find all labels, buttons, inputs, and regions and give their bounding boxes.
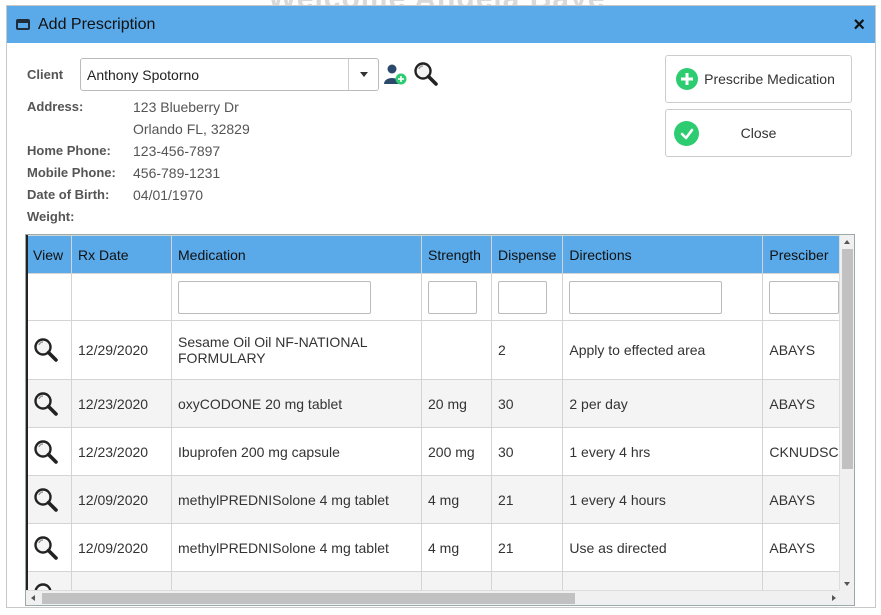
- scroll-down-icon[interactable]: [844, 582, 850, 586]
- dialog-titlebar: Add Prescription ×: [7, 6, 875, 43]
- close-icon[interactable]: ×: [853, 15, 865, 35]
- vertical-scroll-thumb[interactable]: [842, 249, 853, 469]
- cell-rx-date: 12/09/2020: [71, 523, 172, 572]
- filter-dispense[interactable]: [498, 280, 547, 314]
- home-phone-value: 123-456-7897: [133, 143, 221, 159]
- filter-row: [26, 273, 847, 321]
- client-dropdown-toggle[interactable]: [348, 59, 378, 90]
- cell-prescriber: ABAYS: [762, 523, 847, 572]
- cell-directions: Use as directed: [562, 523, 764, 572]
- cell-prescriber: ABAYS: [762, 475, 847, 524]
- scrollbar-corner: [839, 590, 854, 605]
- grid-left-border: [26, 235, 28, 605]
- prescription-table: View Rx Date Medication Strength Dispens…: [26, 235, 847, 605]
- view-magnifier-icon[interactable]: [33, 391, 59, 417]
- view-magnifier-icon[interactable]: [33, 337, 59, 363]
- check-circle-icon: [674, 121, 699, 146]
- col-prescriber[interactable]: Presciber: [762, 235, 847, 274]
- scroll-up-icon[interactable]: [844, 240, 850, 244]
- search-icon[interactable]: [413, 61, 439, 87]
- cell-strength: 200 mg: [421, 427, 492, 476]
- scroll-left-icon[interactable]: [31, 595, 35, 601]
- filter-directions[interactable]: [569, 280, 723, 314]
- filter-strength[interactable]: [428, 280, 477, 314]
- cell-prescriber: ABAYS: [762, 379, 847, 428]
- cell-directions: 2 per day: [562, 379, 764, 428]
- col-directions[interactable]: Directions: [562, 235, 764, 274]
- cell-dispense: 21: [490, 475, 564, 524]
- address-line2: Orlando FL, 32829: [133, 121, 250, 137]
- close-button[interactable]: Close: [665, 109, 852, 157]
- cell-medication: methylPREDNISolone 4 mg tablet: [171, 523, 422, 572]
- cell-directions: 1 every 4 hours: [562, 475, 764, 524]
- add-user-icon[interactable]: [383, 62, 407, 86]
- weight-label: Weight:: [27, 209, 75, 224]
- cell-strength: 4 mg: [421, 523, 492, 572]
- filter-prescriber[interactable]: [769, 280, 840, 314]
- cell-medication: oxyCODONE 20 mg tablet: [171, 379, 422, 428]
- address-line1: 123 Blueberry Dr: [133, 99, 239, 115]
- table-row[interactable]: 12/09/2020 methylPREDNISolone 4 mg table…: [26, 475, 847, 524]
- prescribe-medication-button[interactable]: Prescribe Medication: [665, 55, 852, 103]
- col-medication[interactable]: Medication: [171, 235, 422, 274]
- vertical-scrollbar[interactable]: [839, 235, 854, 591]
- cell-dispense: 21: [490, 523, 564, 572]
- horizontal-scrollbar[interactable]: [26, 590, 841, 605]
- cell-dispense: 30: [490, 379, 564, 428]
- cell-medication: Ibuprofen 200 mg capsule: [171, 427, 422, 476]
- cell-dispense: 2: [490, 320, 564, 380]
- cell-directions: 1 every 4 hrs: [562, 427, 764, 476]
- dob-value: 04/01/1970: [133, 187, 204, 203]
- cell-rx-date: 12/23/2020: [71, 427, 172, 476]
- filter-medication[interactable]: [178, 280, 371, 314]
- table-row[interactable]: 12/29/2020 Sesame Oil Oil NF-NATIONAL FO…: [26, 320, 847, 380]
- cell-rx-date: 12/29/2020: [71, 320, 172, 380]
- horizontal-scroll-thumb[interactable]: [42, 593, 575, 604]
- cell-directions: Apply to effected area: [562, 320, 764, 380]
- prescription-grid: View Rx Date Medication Strength Dispens…: [25, 234, 855, 606]
- mobile-phone-label: Mobile Phone:: [27, 165, 116, 180]
- cell-strength: 4 mg: [421, 475, 492, 524]
- home-phone-label: Home Phone:: [27, 143, 111, 158]
- window-icon: [16, 19, 30, 30]
- cell-rx-date: 12/09/2020: [71, 475, 172, 524]
- cell-rx-date: 12/23/2020: [71, 379, 172, 428]
- col-rx-date[interactable]: Rx Date: [71, 235, 172, 274]
- mobile-phone-value: 456-789-1231: [133, 165, 221, 181]
- dialog-title: Add Prescription: [38, 15, 156, 33]
- cell-strength: 20 mg: [421, 379, 492, 428]
- view-magnifier-icon[interactable]: [33, 439, 59, 465]
- grid-header-row: View Rx Date Medication Strength Dispens…: [26, 235, 847, 274]
- address-label: Address:: [27, 99, 84, 114]
- client-select[interactable]: Anthony Spotorno: [80, 58, 379, 91]
- plus-circle-icon: [676, 68, 698, 90]
- table-row[interactable]: 12/09/2020 methylPREDNISolone 4 mg table…: [26, 523, 847, 572]
- cell-medication: Sesame Oil Oil NF-NATIONAL FORMULARY: [171, 320, 422, 380]
- dob-label: Date of Birth:: [27, 187, 110, 202]
- cell-dispense: 30: [490, 427, 564, 476]
- cell-prescriber: ABAYS: [762, 320, 847, 380]
- col-dispense[interactable]: Dispense: [490, 235, 564, 274]
- add-prescription-dialog: Add Prescription × Client Anthony Spotor…: [6, 5, 876, 608]
- cell-medication: methylPREDNISolone 4 mg tablet: [171, 475, 422, 524]
- cell-strength: [421, 320, 492, 380]
- client-select-value: Anthony Spotorno: [87, 66, 200, 83]
- table-row[interactable]: 12/23/2020 oxyCODONE 20 mg tablet 20 mg …: [26, 379, 847, 428]
- col-view[interactable]: View: [26, 235, 72, 274]
- table-row[interactable]: 12/23/2020 Ibuprofen 200 mg capsule 200 …: [26, 427, 847, 476]
- col-strength[interactable]: Strength: [421, 235, 492, 274]
- client-label: Client: [27, 67, 64, 82]
- cell-prescriber: CKNUDSC: [762, 427, 847, 476]
- view-magnifier-icon[interactable]: [33, 535, 59, 561]
- chevron-down-icon: [359, 72, 368, 77]
- scroll-right-icon[interactable]: [832, 595, 836, 601]
- view-magnifier-icon[interactable]: [33, 487, 59, 513]
